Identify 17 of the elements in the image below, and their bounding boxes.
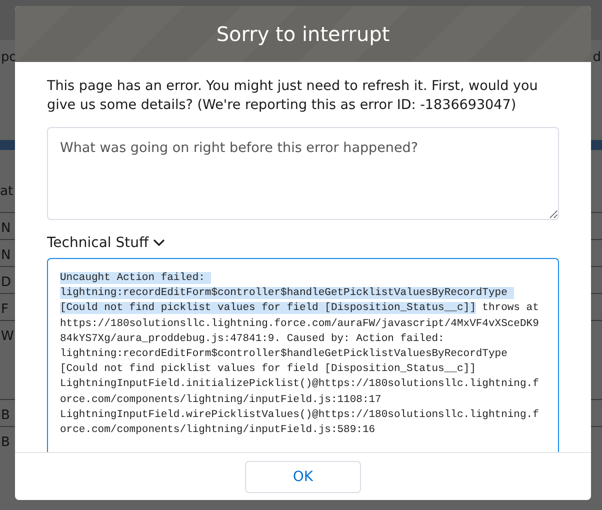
technical-stuff-toggle[interactable]: Technical Stuff	[47, 235, 165, 251]
details-field[interactable]: What was going on right before this error happened?	[47, 127, 559, 220]
stack-trace: Uncaught Action failed: lightning:recordEditForm$controller$handleGetPicklistValuesByRecordType [Could not find picklist values for field [Disposition_Status__c]] throws at https://180solutionsllc.lightning.force.com/auraFW/javascript/4MxVF4vXSceDK984kYS7Xg/aura_proddebug.js:47841:9. Caused by: Action failed: lightning:recordEditForm$controller$handleGetPicklistValuesByRecordType [Could not find picklist values for field [Disposition_Status__c]] LightningInputField.initializePicklist()@https://180solutionsllc.lightning.force.com/components/lightning/inputField.js:1108:17 LightningInputField.wirePicklistValues()@https://180solutionsllc.lightning.force.com/components/lightning/inputField.js:589:16	[60, 271, 539, 438]
background-text: W	[1, 329, 14, 344]
dialog-title: Sorry to interrupt	[216, 22, 390, 46]
background-heading: at	[0, 184, 14, 199]
error-details-box[interactable]	[47, 258, 559, 452]
background-text: B	[1, 435, 10, 450]
background-text: d	[592, 50, 601, 67]
background-text: D	[1, 275, 12, 290]
ok-button[interactable]: OK	[245, 460, 361, 492]
background-text: F	[1, 302, 8, 317]
chevron-icon	[152, 239, 165, 247]
error-message: This page has an error. You might just need to refresh it. First, would you give us some details? (We're reporting this as error ID: -1836693047)	[47, 77, 539, 115]
background-text: N	[1, 221, 11, 236]
background-text: B	[1, 408, 10, 423]
background-text: N	[1, 248, 11, 263]
